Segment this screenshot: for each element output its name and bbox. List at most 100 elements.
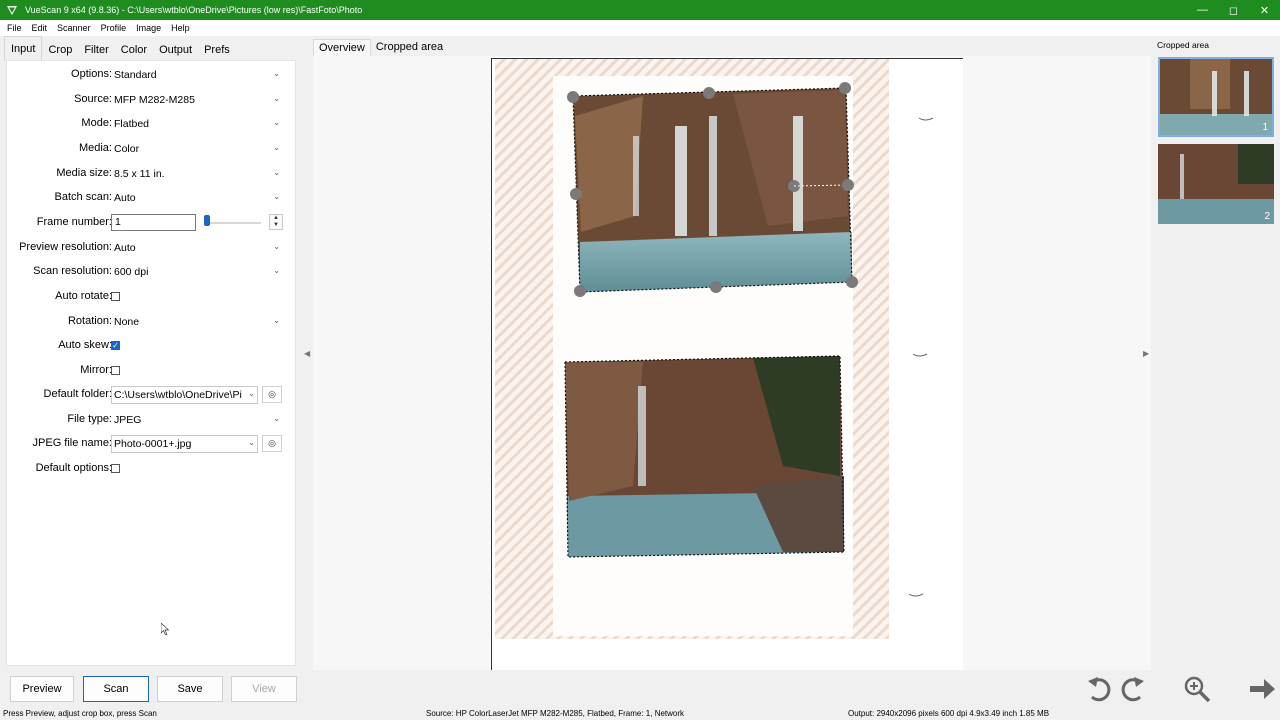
options-label: Options:	[71, 68, 112, 80]
tab-overview[interactable]: Overview	[313, 39, 371, 57]
save-button[interactable]: Save	[157, 676, 223, 702]
tab-output[interactable]: Output	[153, 36, 198, 61]
tab-cropped-area[interactable]: Cropped area	[371, 39, 448, 57]
tab-color[interactable]: Color	[115, 36, 153, 61]
media-size-value: 8.5 x 11 in.	[114, 168, 165, 180]
stepper-up-icon[interactable]: ▲	[270, 215, 282, 222]
rotation-label: Rotation:	[67, 315, 112, 327]
rotation-row: Rotation: None ⌄	[7, 313, 297, 331]
frame-stepper[interactable]: ▲ ▼	[269, 214, 283, 230]
mirror-checkbox[interactable]	[111, 366, 120, 375]
chevron-down-icon: ⌄	[273, 118, 280, 127]
thumbnail-2[interactable]: 2	[1158, 144, 1274, 224]
menu-image[interactable]: Image	[131, 23, 166, 33]
batch-scan-select[interactable]: Auto ⌄	[111, 189, 283, 207]
jpeg-file-name-select[interactable]: Photo-0001+.jpg ⌄	[111, 435, 258, 453]
tab-input[interactable]: Input	[4, 36, 43, 61]
scan-button[interactable]: Scan	[83, 676, 149, 702]
auto-rotate-row: Auto rotate:	[7, 288, 297, 306]
checkmark-icon: ✓	[112, 341, 119, 350]
jpeg-file-name-value: Photo-0001+.jpg	[114, 438, 192, 450]
preview-resolution-label: Preview resolution:	[19, 241, 112, 253]
scan-resolution-select[interactable]: 600 dpi ⌄	[111, 263, 283, 281]
status-bar: Press Preview, adjust crop box, press Sc…	[0, 708, 1280, 720]
thumbnail-number: 2	[1264, 211, 1270, 222]
chevron-down-icon: ⌄	[273, 94, 280, 103]
next-arrow-icon[interactable]	[1246, 673, 1278, 705]
file-type-select[interactable]: JPEG ⌄	[111, 411, 283, 429]
zoom-in-icon[interactable]	[1181, 673, 1213, 705]
source-row: Source: MFP M282-M285 ⌄	[7, 91, 297, 109]
batch-scan-label: Batch scan:	[54, 191, 112, 203]
chevron-down-icon: ⌄	[273, 316, 280, 325]
tab-prefs[interactable]: Prefs	[198, 36, 236, 61]
file-name-options-button[interactable]: ◎	[262, 435, 282, 452]
mode-select[interactable]: Flatbed ⌄	[111, 115, 283, 133]
scan-canvas[interactable]	[313, 56, 1151, 670]
media-size-row: Media size: 8.5 x 11 in. ⌄	[7, 165, 297, 183]
frame-number-input[interactable]: 1	[111, 214, 196, 231]
media-size-select[interactable]: 8.5 x 11 in. ⌄	[111, 165, 283, 183]
menu-profile[interactable]: Profile	[96, 23, 132, 33]
tab-crop[interactable]: Crop	[42, 36, 78, 61]
menu-file[interactable]: File	[2, 23, 27, 33]
mode-label: Mode:	[81, 117, 112, 129]
source-select[interactable]: MFP M282-M285 ⌄	[111, 91, 283, 109]
thumbnail-image	[1158, 144, 1274, 224]
stepper-down-icon[interactable]: ▼	[270, 222, 282, 229]
default-options-checkbox[interactable]	[111, 464, 120, 473]
view-button[interactable]: View	[231, 676, 297, 702]
mirror-label: Mirror:	[80, 364, 112, 376]
menu-help[interactable]: Help	[166, 23, 195, 33]
mode-row: Mode: Flatbed ⌄	[7, 115, 297, 133]
default-folder-select[interactable]: C:\Users\wtblo\OneDrive\Pi ⌄	[111, 386, 258, 404]
collapse-left-icon[interactable]: ◀	[304, 349, 310, 358]
bottom-toolbar: Preview Scan Save View	[0, 670, 1280, 708]
settings-dot-icon: ◎	[268, 438, 276, 448]
rotate-left-icon[interactable]	[1082, 673, 1114, 705]
frame-slider-track[interactable]	[206, 222, 261, 224]
tab-filter[interactable]: Filter	[78, 36, 114, 61]
media-value: Color	[114, 143, 140, 155]
frame-slider-thumb[interactable]	[204, 215, 210, 226]
close-icon[interactable]: ✕	[1249, 0, 1280, 20]
mirror-row: Mirror:	[7, 362, 297, 380]
scan-resolution-value: 600 dpi	[114, 266, 149, 278]
auto-rotate-label: Auto rotate:	[55, 290, 112, 302]
chevron-down-icon: ⌄	[273, 414, 280, 423]
preview-button[interactable]: Preview	[10, 676, 74, 702]
chevron-down-icon: ⌄	[273, 242, 280, 251]
media-select[interactable]: Color ⌄	[111, 140, 283, 158]
chevron-down-icon: ⌄	[273, 192, 280, 201]
options-row: Options: Standard ⌄	[7, 66, 297, 84]
thumbnail-image	[1160, 59, 1272, 135]
settings-panel: Input Crop Filter Color Output Prefs Opt…	[0, 36, 310, 670]
jpeg-file-name-row: JPEG file name: Photo-0001+.jpg ⌄ ◎	[7, 435, 297, 453]
preview-resolution-value: Auto	[114, 242, 136, 254]
default-folder-value: C:\Users\wtblo\OneDrive\Pi	[114, 389, 242, 401]
chevron-down-icon: ⌄	[248, 438, 255, 447]
source-value: MFP M282-M285	[114, 94, 195, 106]
menu-edit[interactable]: Edit	[27, 23, 53, 33]
menu-bar: File Edit Scanner Profile Image Help	[0, 20, 1280, 36]
auto-skew-checkbox[interactable]: ✓	[111, 341, 120, 350]
rotation-select[interactable]: None ⌄	[111, 313, 283, 331]
options-select[interactable]: Standard ⌄	[111, 66, 283, 84]
mode-value: Flatbed	[114, 118, 150, 130]
frame-number-row: Frame number: 1 ▲ ▼	[7, 214, 297, 232]
settings-tabs: Input Crop Filter Color Output Prefs	[0, 36, 236, 61]
batch-scan-row: Batch scan: Auto ⌄	[7, 189, 297, 207]
maximize-icon[interactable]: ◻	[1218, 0, 1249, 20]
chevron-down-icon: ⌄	[273, 266, 280, 275]
collapse-right-icon[interactable]: ▶	[1143, 349, 1149, 358]
preview-resolution-select[interactable]: Auto ⌄	[111, 239, 283, 257]
thumbnail-1[interactable]: 1	[1158, 57, 1274, 137]
minimize-icon[interactable]: —	[1187, 0, 1218, 20]
scan-preview-image[interactable]	[313, 56, 1151, 670]
menu-scanner[interactable]: Scanner	[52, 23, 96, 33]
rotate-right-icon[interactable]	[1118, 673, 1150, 705]
vuescan-app-icon	[5, 3, 19, 17]
folder-options-button[interactable]: ◎	[262, 386, 282, 403]
view-tabs: Overview Cropped area	[313, 39, 448, 57]
auto-rotate-checkbox[interactable]	[111, 292, 120, 301]
